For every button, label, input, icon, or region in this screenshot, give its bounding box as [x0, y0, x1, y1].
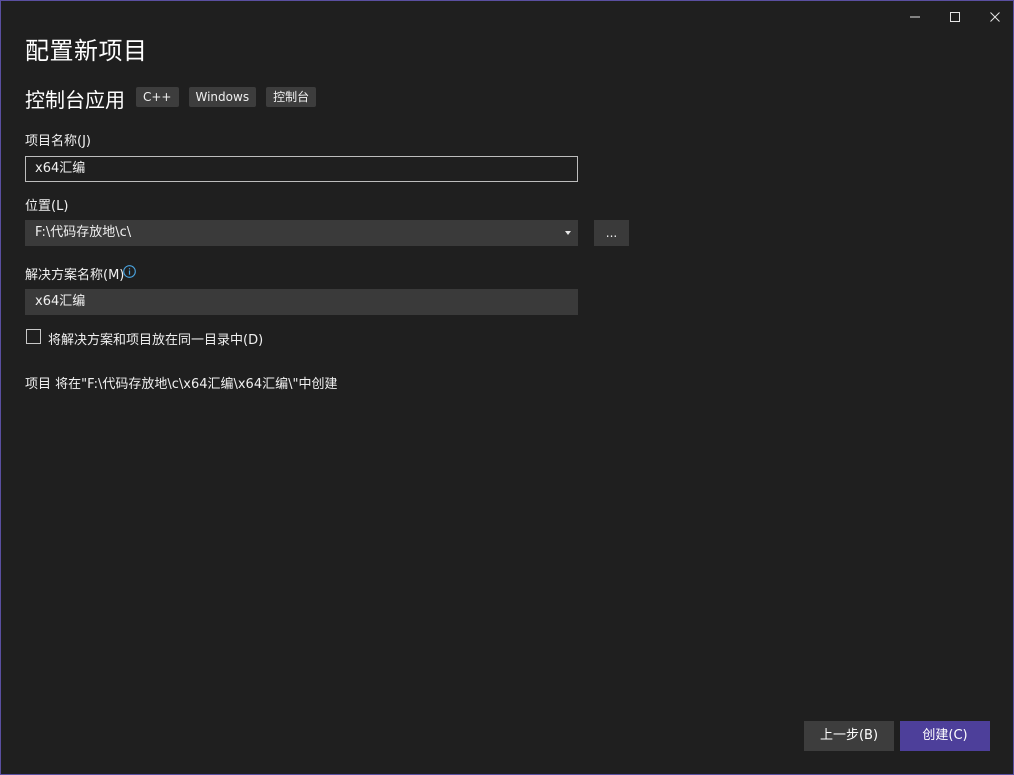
tag-language: C++ [136, 87, 179, 107]
tag-project-type: 控制台 [266, 87, 317, 107]
same-directory-checkbox[interactable] [26, 329, 41, 344]
same-directory-checkbox-label[interactable]: 将解决方案和项目放在同一目录中(D) [48, 329, 263, 348]
project-name-input[interactable]: x64汇编 [25, 156, 578, 182]
chevron-down-icon[interactable] [565, 231, 571, 235]
back-button[interactable]: 上一步(B) [804, 721, 894, 751]
create-button[interactable]: 创建(C) [900, 721, 990, 751]
template-name: 控制台应用 [25, 88, 125, 112]
close-icon [990, 12, 1000, 22]
page-title: 配置新项目 [25, 37, 148, 65]
project-name-label: 项目名称(J) [25, 134, 91, 149]
solution-name-input[interactable]: x64汇编 [25, 289, 578, 315]
dialog-window: 配置新项目 控制台应用 C++ Windows 控制台 项目名称(J) x64汇… [0, 0, 1014, 775]
maximize-button[interactable] [937, 3, 973, 31]
location-label: 位置(L) [25, 199, 69, 214]
maximize-icon [950, 12, 960, 22]
minimize-icon [910, 16, 920, 18]
tag-platform: Windows [188, 87, 257, 107]
template-tags: C++ Windows 控制台 [136, 87, 317, 107]
location-select[interactable]: F:\代码存放地\c\ [25, 220, 578, 246]
info-icon[interactable] [123, 265, 136, 278]
browse-button[interactable]: ... [594, 220, 629, 246]
solution-name-label: 解决方案名称(M) [25, 268, 125, 283]
project-path-info: 项目 将在"F:\代码存放地\c\x64汇编\x64汇编\"中创建 [25, 377, 338, 392]
location-value: F:\代码存放地\c\ [35, 225, 132, 240]
minimize-button[interactable] [897, 3, 933, 31]
close-button[interactable] [977, 3, 1013, 31]
